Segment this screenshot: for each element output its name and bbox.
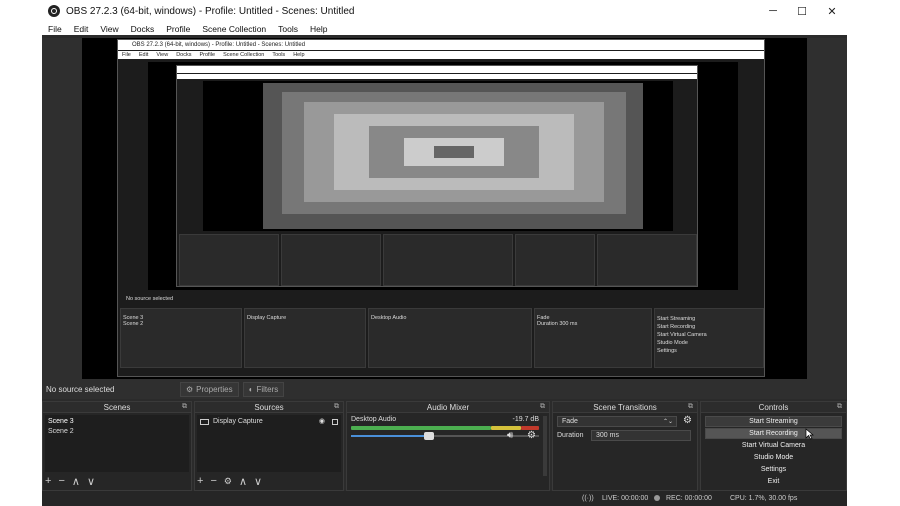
menu-docks[interactable]: Docks — [125, 24, 161, 34]
start-virtual-camera-button[interactable]: Start Virtual Camera — [705, 440, 842, 451]
rec-timer: REC: 00:00:00 — [666, 495, 712, 502]
menu-file[interactable]: File — [42, 24, 68, 34]
source-bar: No source selected ⚙ Properties ◐ Filter… — [42, 379, 847, 399]
exit-button[interactable]: Exit — [705, 476, 842, 487]
scenes-list: Scene 3 Scene 2 — [45, 415, 189, 472]
duration-value: 300 ms — [596, 432, 619, 439]
menu-tools[interactable]: Tools — [272, 24, 304, 34]
maximize-button[interactable]: ☐ — [787, 0, 817, 22]
studio-mode-button[interactable]: Studio Mode — [705, 452, 842, 463]
remove-source-button[interactable]: − — [210, 475, 216, 487]
audio-meter-green — [351, 426, 491, 430]
filter-icon: ◐ — [248, 384, 254, 394]
add-source-button[interactable]: + — [197, 475, 203, 487]
no-source-label: No source selected — [46, 384, 115, 394]
scenes-title: Scenes — [103, 402, 131, 412]
move-scene-up-button[interactable]: ∧ — [72, 475, 80, 488]
nested-preview — [148, 62, 738, 290]
remove-scene-button[interactable]: − — [58, 475, 64, 487]
scenes-toolbar: + − ∧ ∨ — [45, 474, 95, 488]
sources-title: Sources — [254, 402, 284, 412]
audio-settings-gear-icon[interactable]: ⚙ — [527, 430, 536, 441]
nested-menu: File Edit View Docks Profile Scene Collection… — [118, 51, 764, 59]
close-button[interactable]: ✕ — [817, 0, 847, 22]
properties-label: Properties — [196, 384, 233, 394]
mixer-scrollbar[interactable] — [543, 416, 547, 476]
gear-icon: ⚙ — [186, 384, 194, 394]
stream-status-icon: ((·)) — [582, 495, 594, 502]
nested-capture-level-1: OBS 27.2.3 (64-bit, windows) - Profile: … — [117, 39, 765, 377]
transition-select[interactable]: Fade ⌃⌄ — [557, 416, 677, 427]
window-title: OBS 27.2.3 (64-bit, windows) - Profile: … — [66, 5, 355, 17]
sources-toolbar: + − ⚙ ∧ ∨ — [197, 474, 262, 488]
cpu-fps-status: CPU: 1.7%, 30.00 fps — [730, 495, 798, 502]
mouse-cursor-icon — [805, 428, 814, 440]
start-recording-button[interactable]: Start Recording — [705, 428, 842, 439]
scene-item[interactable]: Scene 3 — [48, 417, 186, 427]
volume-slider-handle[interactable] — [424, 432, 434, 440]
source-properties-button[interactable]: ⚙ — [224, 476, 232, 487]
move-source-up-button[interactable]: ∧ — [239, 475, 247, 488]
scenes-dock: Scenes ⧉ Scene 3 Scene 2 + − ∧ ∨ — [42, 401, 192, 491]
menu-scene-collection[interactable]: Scene Collection — [196, 24, 272, 34]
undock-icon[interactable]: ⧉ — [837, 403, 842, 411]
add-scene-button[interactable]: + — [45, 475, 51, 487]
scene-transitions-title: Scene Transitions — [593, 402, 657, 412]
menu-edit[interactable]: Edit — [68, 24, 95, 34]
obs-logo-icon — [48, 5, 60, 17]
duration-label: Duration — [557, 432, 584, 439]
undock-icon[interactable]: ⧉ — [182, 403, 187, 411]
live-timer: LIVE: 00:00:00 — [602, 495, 649, 502]
title-bar: OBS 27.2.3 (64-bit, windows) - Profile: … — [42, 0, 847, 22]
chevron-down-icon: ⌃⌄ — [662, 419, 673, 425]
audio-meter-yellow — [491, 426, 521, 430]
screen: OBS 27.2.3 (64-bit, windows) - Profile: … — [0, 0, 900, 506]
volume-fill — [351, 435, 429, 437]
record-dot-icon — [654, 495, 660, 501]
menu-profile[interactable]: Profile — [160, 24, 196, 34]
settings-button[interactable]: Settings — [705, 464, 842, 475]
nested-capture-level-2 — [176, 65, 698, 287]
audio-mixer-title: Audio Mixer — [426, 402, 470, 412]
undock-icon[interactable]: ⧉ — [688, 403, 693, 411]
audio-level-db: -19.7 dB — [512, 416, 539, 423]
lock-icon[interactable] — [332, 419, 338, 425]
menu-view[interactable]: View — [94, 24, 124, 34]
sources-list: Display Capture ◉ — [197, 415, 341, 472]
duration-spinbox[interactable]: 300 ms — [591, 430, 691, 441]
menu-help[interactable]: Help — [304, 24, 333, 34]
audio-mixer-dock: Audio Mixer ⧉ Desktop Audio -19.7 dB 🔊︎ … — [346, 401, 550, 491]
properties-button[interactable]: ⚙ Properties — [180, 381, 239, 397]
obs-window: OBS 27.2.3 (64-bit, windows) - Profile: … — [42, 0, 847, 506]
filters-button[interactable]: ◐ Filters — [242, 381, 285, 397]
preview-canvas[interactable]: OBS 27.2.3 (64-bit, windows) - Profile: … — [82, 38, 807, 379]
source-name: Display Capture — [213, 418, 263, 425]
scene-transitions-dock: Scene Transitions ⧉ Fade ⌃⌄ ⚙ Duration 3… — [552, 401, 698, 491]
speaker-icon[interactable]: 🔊︎ — [507, 430, 513, 441]
start-streaming-button[interactable]: Start Streaming — [705, 416, 842, 427]
move-scene-down-button[interactable]: ∨ — [87, 475, 95, 488]
move-source-down-button[interactable]: ∨ — [254, 475, 262, 488]
controls-title: Controls — [758, 402, 789, 412]
monitor-icon — [200, 419, 209, 425]
filters-label: Filters — [256, 384, 279, 394]
transition-value: Fade — [562, 418, 578, 425]
status-bar: ((·)) LIVE: 00:00:00 REC: 00:00:00 CPU: … — [42, 491, 847, 506]
scene-item[interactable]: Scene 2 — [48, 427, 186, 437]
transition-properties-gear-icon[interactable]: ⚙ — [683, 415, 692, 426]
undock-icon[interactable]: ⧉ — [334, 403, 339, 411]
minimize-button[interactable]: ─ — [758, 0, 788, 22]
sources-dock: Sources ⧉ Display Capture ◉ + − ⚙ ∧ ∨ — [194, 401, 344, 491]
source-item[interactable]: Display Capture ◉ — [200, 417, 338, 427]
nested-title: OBS 27.2.3 (64-bit, windows) - Profile: … — [118, 40, 764, 50]
undock-icon[interactable]: ⧉ — [540, 403, 545, 411]
visibility-eye-icon[interactable]: ◉ — [319, 417, 325, 427]
audio-channel-name: Desktop Audio — [351, 416, 397, 423]
menu-bar: File Edit View Docks Profile Scene Colle… — [42, 22, 847, 35]
controls-dock: Controls ⧉ Start Streaming Start Recordi… — [700, 401, 847, 491]
